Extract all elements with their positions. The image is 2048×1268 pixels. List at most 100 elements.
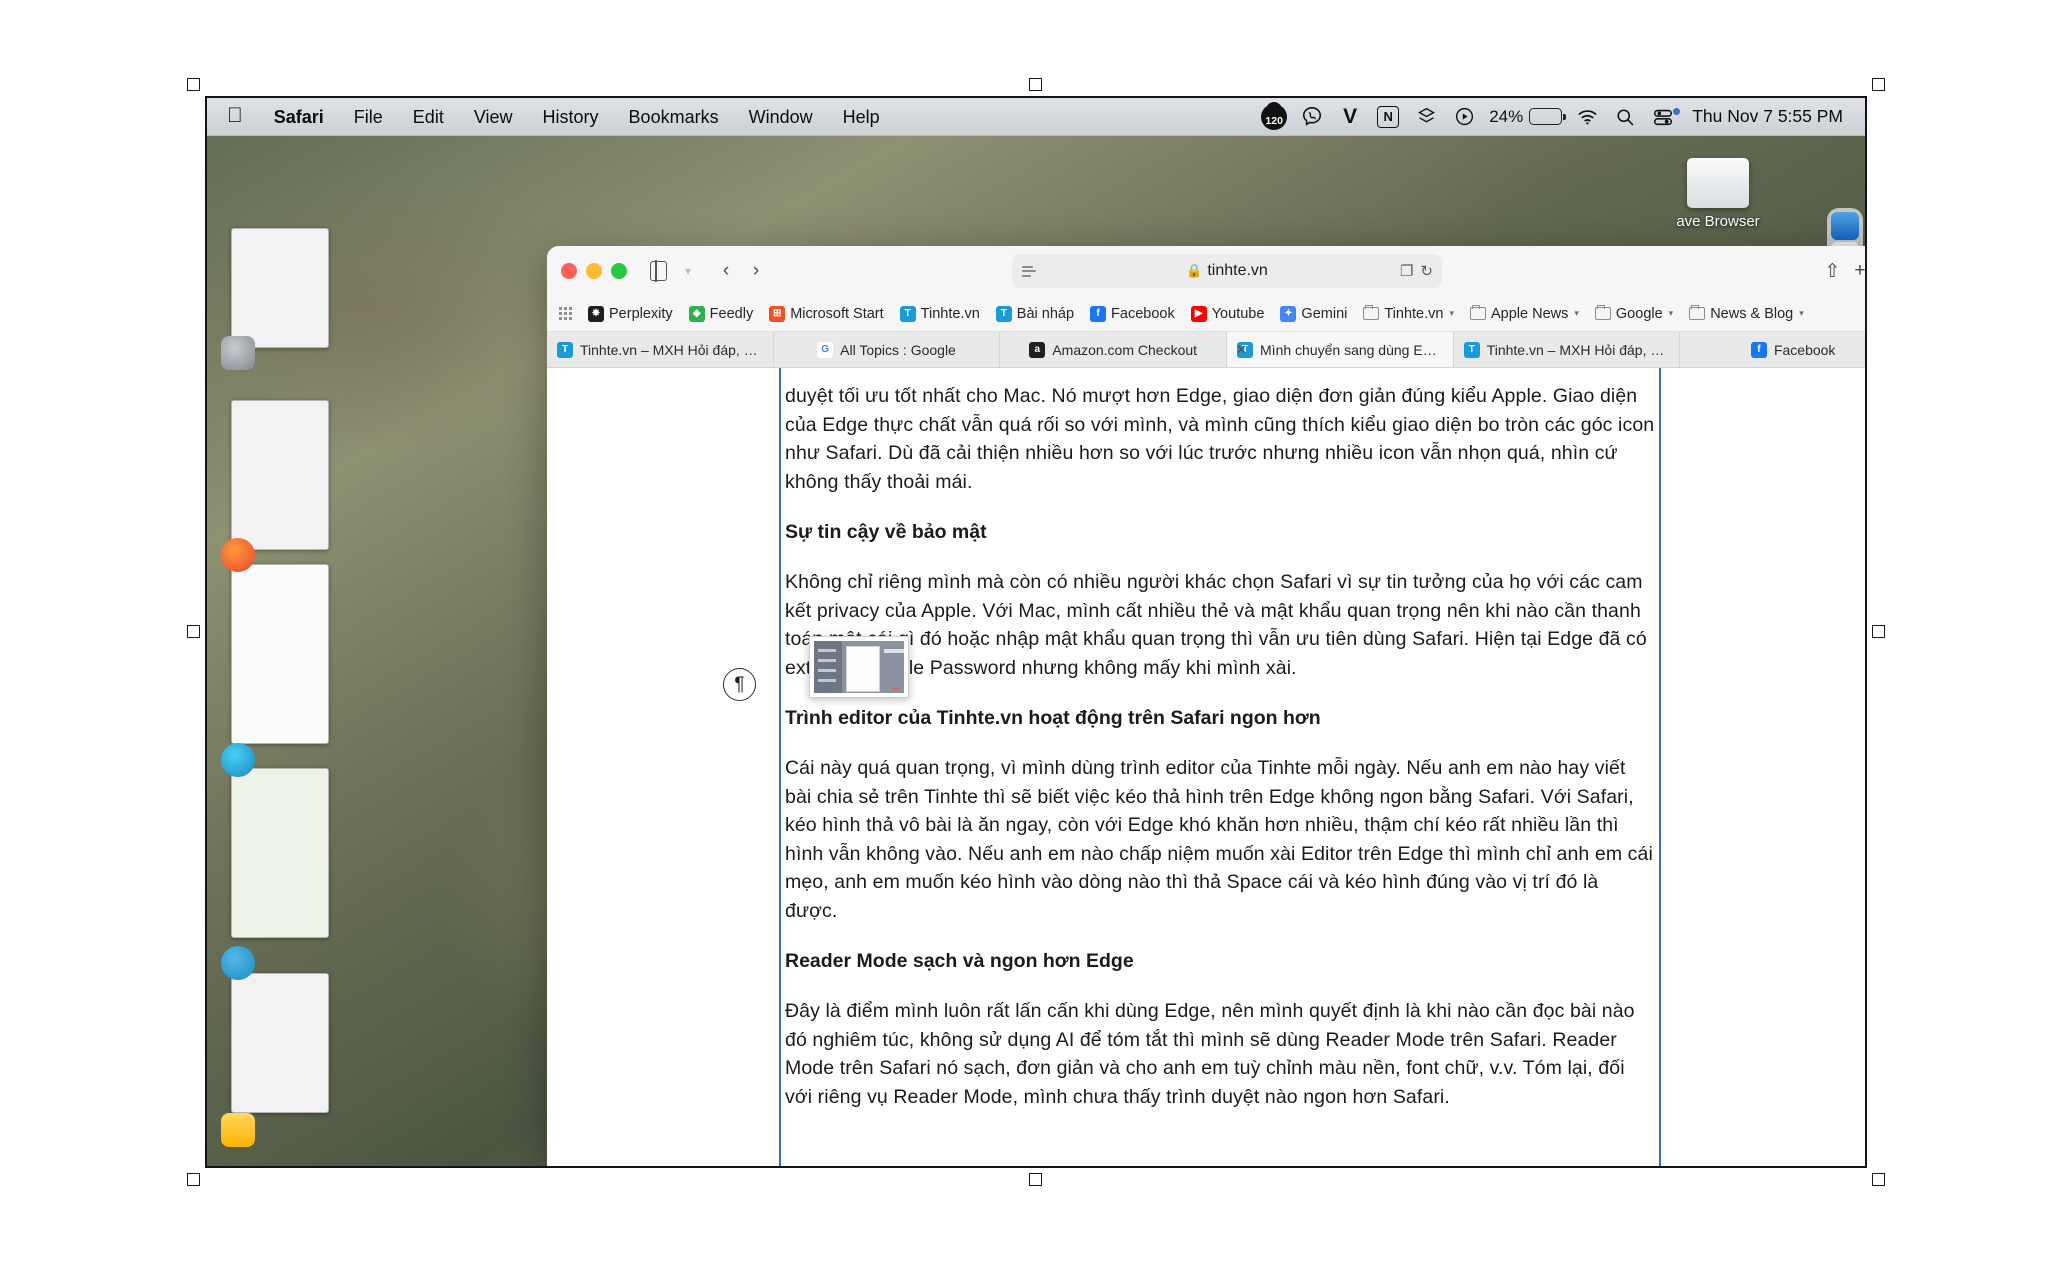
bookmark-label: News & Blog [1710, 305, 1794, 322]
bookmark-item[interactable]: Google ▾ [1588, 303, 1680, 325]
address-bar[interactable]: 🔒 tinhte.vn ❐ ↻ [1012, 254, 1442, 288]
bookmark-item[interactable]: ◆ Feedly [682, 303, 761, 325]
resize-handle-top-left[interactable] [187, 78, 200, 91]
browser-tab[interactable]: a Amazon.com Checkout [1000, 332, 1228, 367]
back-chevron-icon[interactable]: ‹ [711, 257, 741, 285]
forward-chevron-icon[interactable]: › [741, 257, 771, 285]
stacks-icon[interactable] [1407, 102, 1445, 132]
browser-tab[interactable]: G All Topics : Google [774, 332, 1001, 367]
tinhte-icon: T [1463, 341, 1480, 358]
tab-title: Tinhte.vn – MXH Hỏi đáp, R… [1486, 341, 1670, 358]
bookmark-item[interactable]: ✸ Perplexity [581, 303, 680, 325]
play-circle-icon[interactable] [1445, 102, 1483, 132]
dock-icon-edge[interactable] [221, 743, 255, 777]
resize-handle-top-center[interactable] [1029, 78, 1042, 91]
article-heading: Reader Mode sạch và ngon hơn Edge [785, 950, 1134, 972]
chevron-down-icon[interactable]: ▾ [1449, 308, 1454, 319]
extensions-icon[interactable]: ❐ [1400, 262, 1413, 280]
dock-icon-firefox[interactable] [221, 538, 255, 572]
zoom-window-button[interactable] [611, 263, 627, 279]
mission-control-window-strip [209, 208, 331, 1166]
menu-item-view[interactable]: View [459, 106, 528, 128]
paragraph-marker-icon[interactable]: ¶ [723, 668, 756, 701]
feedly-icon: ◆ [688, 305, 705, 322]
bookmark-item[interactable]: ▶ Youtube [1184, 303, 1272, 325]
wifi-icon[interactable] [1568, 102, 1606, 132]
window-thumbnail[interactable] [231, 768, 329, 938]
menu-bar-clock[interactable]: Thu Nov 7 5:55 PM [1682, 106, 1849, 127]
window-thumbnail[interactable] [231, 973, 329, 1113]
chevron-down-icon[interactable]: ▾ [673, 257, 703, 285]
menu-item-window[interactable]: Window [734, 106, 828, 128]
control-center-icon[interactable] [1644, 102, 1682, 132]
bookmark-item[interactable]: ⊞ Microsoft Start [762, 303, 890, 325]
window-thumbnail[interactable] [231, 400, 329, 550]
dock-icon-telegram[interactable] [221, 946, 255, 980]
browser-tab[interactable]: T Tinhte.vn – MXH Hỏi đáp, R… [1454, 332, 1681, 367]
browser-tab[interactable]: f Facebook [1680, 332, 1865, 367]
minimize-window-button[interactable] [586, 263, 602, 279]
tab-close-icon[interactable]: ✕ [1236, 342, 1247, 358]
notification-badge-120-icon[interactable]: 120 [1255, 101, 1293, 132]
bookmark-item[interactable]: T Tinhte.vn [893, 303, 987, 325]
article-editor[interactable]: duyệt tối ưu tốt nhất cho Mac. Nó mượt h… [779, 368, 1661, 1166]
reload-icon[interactable]: ↻ [1420, 262, 1433, 280]
menu-item-history[interactable]: History [528, 106, 614, 128]
letter-v-icon[interactable]: V [1331, 102, 1369, 132]
bookmarks-grid-icon[interactable] [559, 307, 572, 320]
menu-item-safari[interactable]: Safari [259, 106, 339, 128]
bookmark-label: Perplexity [609, 305, 673, 322]
resize-handle-middle-right[interactable] [1872, 625, 1885, 638]
reader-view-icon[interactable] [1022, 265, 1036, 277]
menu-item-edit[interactable]: Edit [398, 106, 459, 128]
dock-icon-notes[interactable] [221, 1113, 255, 1147]
battery-status[interactable]: 24% [1483, 102, 1568, 132]
folder-icon [1687, 158, 1749, 208]
bookmark-item[interactable]: f Facebook [1083, 303, 1182, 325]
bookmark-label: Feedly [709, 305, 754, 322]
resize-handle-top-right[interactable] [1872, 78, 1885, 91]
letter-n-icon[interactable]: N [1369, 102, 1407, 132]
new-tab-icon[interactable]: + [1854, 260, 1865, 282]
menu-item-bookmarks[interactable]: Bookmarks [614, 106, 734, 128]
battery-percent-label: 24% [1489, 106, 1524, 126]
share-icon[interactable]: ⇧ [1824, 260, 1840, 283]
bookmark-label: Tinhte.vn [1384, 305, 1444, 322]
address-bar-actions: ❐ ↻ [1400, 262, 1433, 280]
close-window-button[interactable] [561, 263, 577, 279]
menu-item-help[interactable]: Help [828, 106, 895, 128]
article-paragraph: duyệt tối ưu tốt nhất cho Mac. Nó mượt h… [785, 385, 1655, 493]
dock-icon[interactable] [1831, 212, 1859, 240]
window-thumbnail[interactable] [231, 564, 329, 744]
bookmark-item[interactable]: Tinhte.vn ▾ [1356, 303, 1461, 325]
bookmarks-bar: ✸ Perplexity ◆ Feedly ⊞ Microsoft Start T Tinht… [547, 296, 1865, 332]
bookmark-item[interactable]: T Bài nháp [989, 303, 1081, 325]
menu-item-file[interactable]: File [339, 106, 398, 128]
spotlight-search-icon[interactable] [1606, 102, 1644, 132]
browser-tab[interactable]: T Tinhte.vn – MXH Hỏi đáp, R… [547, 332, 774, 367]
bookmark-label: Microsoft Start [790, 305, 884, 322]
window-traffic-lights [561, 263, 627, 279]
bookmark-item[interactable]: Apple News ▾ [1463, 303, 1586, 325]
browser-tab-active[interactable]: ✕ T Mình chuyển sang dùng Ed… [1227, 332, 1454, 367]
resize-handle-bottom-left[interactable] [187, 1173, 200, 1186]
apple-logo-icon[interactable]:  [221, 105, 259, 129]
sidebar-toggle-icon[interactable] [643, 257, 673, 285]
chevron-down-icon[interactable]: ▾ [1669, 308, 1674, 319]
bookmark-item[interactable]: News & Blog ▾ [1682, 303, 1811, 325]
amazon-icon: a [1029, 341, 1046, 358]
bookmark-item[interactable]: ✦ Gemini [1273, 303, 1354, 325]
folder-icon [1594, 304, 1611, 320]
window-thumbnail[interactable] [231, 228, 329, 348]
dock-icon-settings[interactable] [221, 336, 255, 370]
article-paragraph: Không chỉ riêng mình mà còn có nhiều ngư… [785, 571, 1647, 679]
chevron-down-icon[interactable]: ▾ [1799, 308, 1804, 319]
resize-handle-bottom-right[interactable] [1872, 1173, 1885, 1186]
resize-handle-middle-left[interactable] [187, 625, 200, 638]
resize-handle-bottom-center[interactable] [1029, 1173, 1042, 1186]
viber-phone-icon[interactable] [1293, 102, 1331, 132]
chevron-down-icon[interactable]: ▾ [1574, 308, 1579, 319]
bookmark-label: Tinhte.vn [920, 305, 980, 322]
drag-image-thumbnail[interactable] [809, 636, 909, 698]
desktop-folder-brave[interactable]: ave Browser [1663, 158, 1773, 230]
